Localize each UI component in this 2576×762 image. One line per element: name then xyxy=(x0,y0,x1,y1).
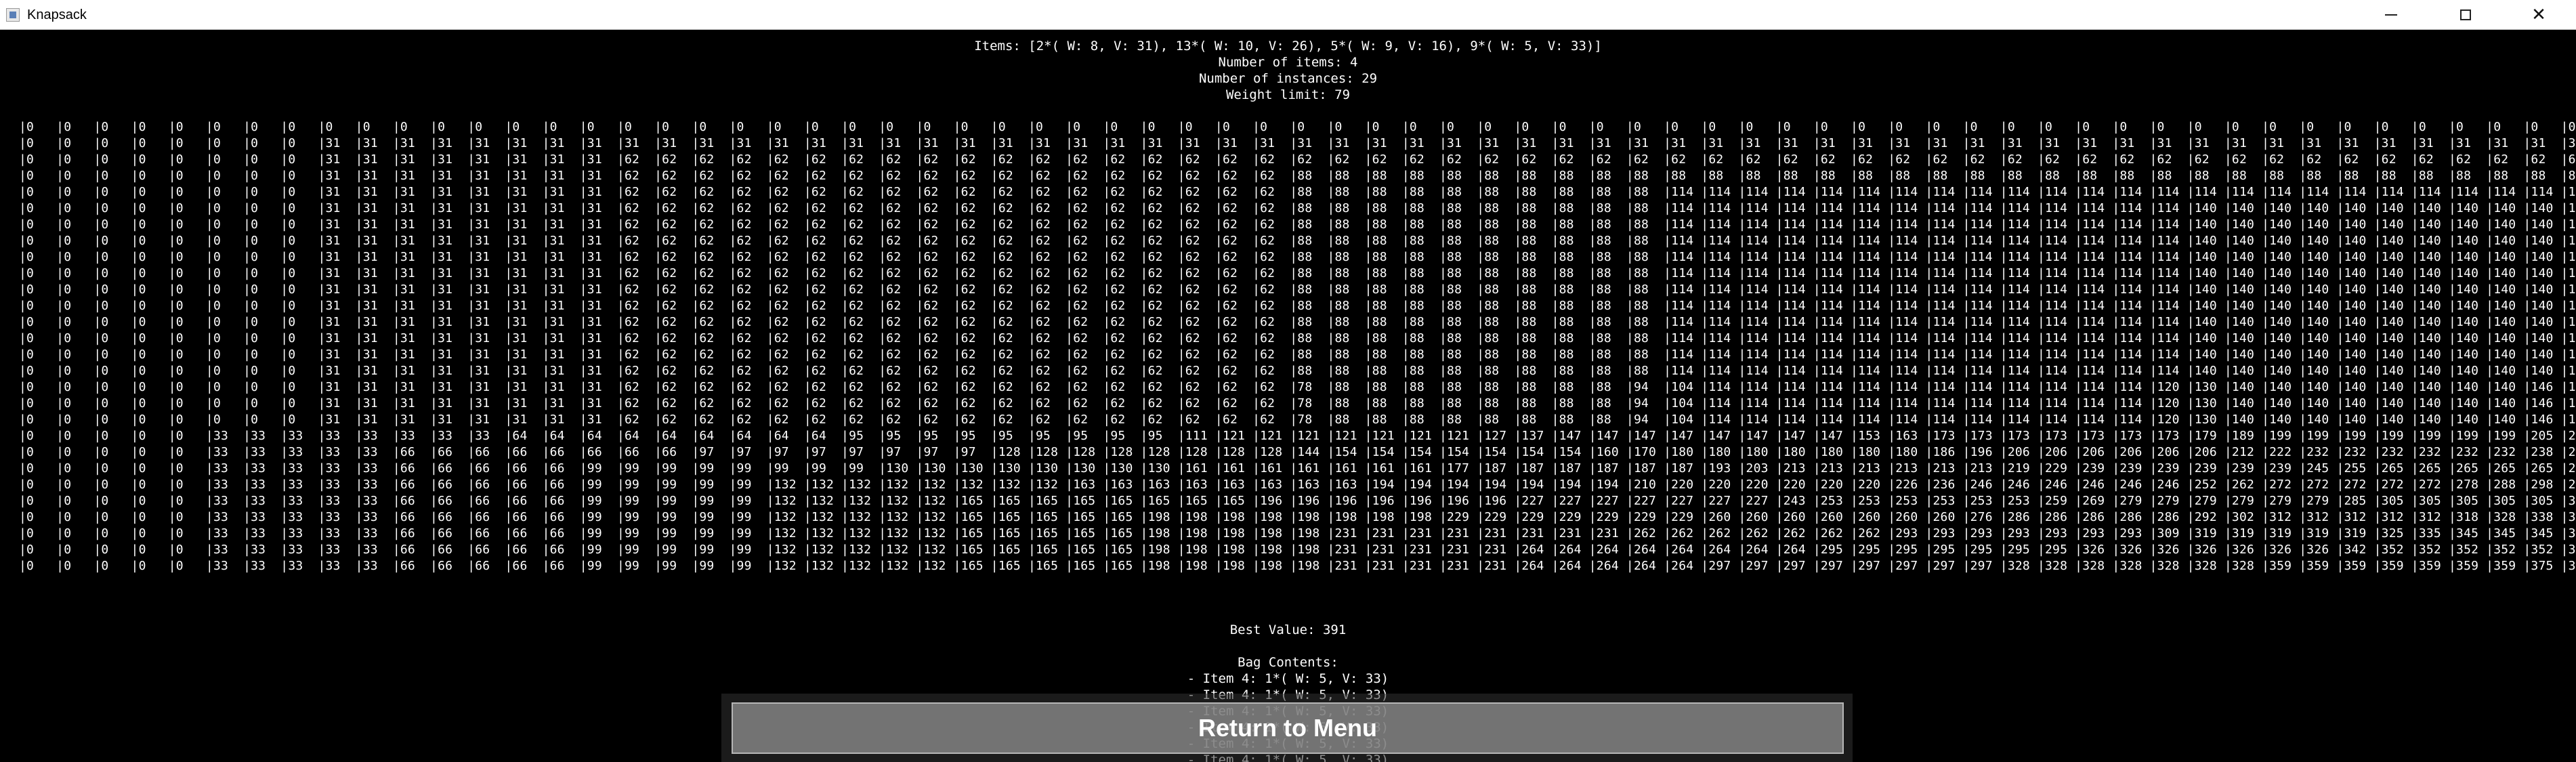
bag-item: - Item 4: 1*( W: 5, V: 33) xyxy=(1187,671,1389,686)
bag-contents-title: Bag Contents: xyxy=(1238,655,1338,670)
table-row: |0 |0 |0 |0 |0 |0 |0 |0 |31 |31 |31 |31 … xyxy=(19,282,2576,297)
minimize-icon xyxy=(2385,14,2397,16)
number-of-items: Number of items: 4 xyxy=(1218,55,1358,70)
dp-table: |0 |0 |0 |0 |0 |0 |0 |0 |0 |0 |0 |0 |0 |… xyxy=(19,119,2576,607)
app-icon xyxy=(6,8,20,22)
knapsack-view: Items: [2*( W: 8, V: 31), 13*( W: 10, V:… xyxy=(0,30,2576,762)
table-row: |0 |0 |0 |0 |0 |33 |33 |33 |33 |33 |66 |… xyxy=(19,510,2576,524)
table-row: |0 |0 |0 |0 |0 |0 |0 |0 |31 |31 |31 |31 … xyxy=(19,136,2576,150)
close-button[interactable]: ✕ xyxy=(2501,0,2576,30)
table-row: |0 |0 |0 |0 |0 |0 |0 |0 |31 |31 |31 |31 … xyxy=(19,331,2576,345)
table-row: |0 |0 |0 |0 |0 |0 |0 |0 |31 |31 |31 |31 … xyxy=(19,396,2576,410)
table-row: |0 |0 |0 |0 |0 |33 |33 |33 |33 |33 |66 |… xyxy=(19,559,2576,573)
window-title: Knapsack xyxy=(27,7,87,22)
table-row: |0 |0 |0 |0 |0 |33 |33 |33 |33 |33 |66 |… xyxy=(19,478,2576,492)
number-of-instances: Number of instances: 29 xyxy=(1198,71,1378,86)
maximize-icon xyxy=(2460,9,2471,20)
table-row: |0 |0 |0 |0 |0 |0 |0 |0 |31 |31 |31 |31 … xyxy=(19,250,2576,264)
table-row: |0 |0 |0 |0 |0 |0 |0 |0 |31 |31 |31 |31 … xyxy=(19,315,2576,329)
items-summary: Items: [2*( W: 8, V: 31), 13*( W: 10, V:… xyxy=(974,39,1602,54)
table-row: |0 |0 |0 |0 |0 |0 |0 |0 |31 |31 |31 |31 … xyxy=(19,266,2576,280)
table-row: |0 |0 |0 |0 |0 |0 |0 |0 |31 |31 |31 |31 … xyxy=(19,412,2576,427)
table-row: |0 |0 |0 |0 |0 |33 |33 |33 |33 |33 |66 |… xyxy=(19,526,2576,541)
table-row: |0 |0 |0 |0 |0 |0 |0 |0 |31 |31 |31 |31 … xyxy=(19,201,2576,215)
table-row: |0 |0 |0 |0 |0 |0 |0 |0 |31 |31 |31 |31 … xyxy=(19,169,2576,183)
table-row: |0 |0 |0 |0 |0 |0 |0 |0 |31 |31 |31 |31 … xyxy=(19,364,2576,378)
title-bar: Knapsack ✕ xyxy=(0,0,2576,30)
table-row: |0 |0 |0 |0 |0 |0 |0 |0 |31 |31 |31 |31 … xyxy=(19,347,2576,362)
table-row: |0 |0 |0 |0 |0 |33 |33 |33 |33 |33 |66 |… xyxy=(19,494,2576,508)
close-icon: ✕ xyxy=(2531,5,2546,25)
minimize-button[interactable] xyxy=(2354,0,2428,30)
table-row: |0 |0 |0 |0 |0 |33 |33 |33 |33 |33 |33 |… xyxy=(19,429,2576,443)
table-row: |0 |0 |0 |0 |0 |0 |0 |0 |31 |31 |31 |31 … xyxy=(19,152,2576,167)
table-row: |0 |0 |0 |0 |0 |0 |0 |0 |31 |31 |31 |31 … xyxy=(19,217,2576,232)
table-row: |0 |0 |0 |0 |0 |33 |33 |33 |33 |33 |66 |… xyxy=(19,461,2576,475)
table-row: |0 |0 |0 |0 |0 |33 |33 |33 |33 |33 |66 |… xyxy=(19,445,2576,459)
best-value: Best Value: 391 xyxy=(1229,622,1347,637)
maximize-button[interactable] xyxy=(2428,0,2503,30)
table-row: |0 |0 |0 |0 |0 |0 |0 |0 |31 |31 |31 |31 … xyxy=(19,380,2576,394)
table-row: |0 |0 |0 |0 |0 |0 |0 |0 |31 |31 |31 |31 … xyxy=(19,299,2576,313)
return-to-menu-button[interactable]: Return to Menu xyxy=(732,702,1844,754)
weight-limit: Weight limit: 79 xyxy=(1225,87,1351,102)
table-row: |0 |0 |0 |0 |0 |33 |33 |33 |33 |33 |66 |… xyxy=(19,543,2576,557)
table-row: |0 |0 |0 |0 |0 |0 |0 |0 |31 |31 |31 |31 … xyxy=(19,234,2576,248)
table-row: |0 |0 |0 |0 |0 |0 |0 |0 |0 |0 |0 |0 |0 |… xyxy=(19,120,2576,134)
table-row: |0 |0 |0 |0 |0 |0 |0 |0 |31 |31 |31 |31 … xyxy=(19,185,2576,199)
